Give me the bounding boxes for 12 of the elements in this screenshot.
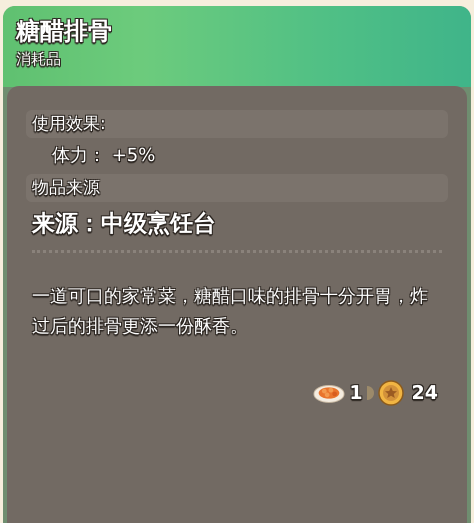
item-category: 消耗品 [16, 50, 62, 69]
dish-icon [313, 382, 346, 404]
coin-amount: 24 [412, 382, 438, 404]
item-title: 糖醋排骨 [16, 16, 113, 46]
section-heading: 使用效果: [26, 110, 448, 138]
coin-icon [378, 380, 404, 406]
separator-icon [366, 386, 374, 400]
source-text: 来源：中级烹饪台 [30, 210, 217, 239]
quantity-text: 1 [349, 382, 363, 404]
stat-text: 体力： +5% [51, 144, 156, 168]
section-heading: 物品来源 [26, 174, 448, 202]
description-text: 一道可口的家常菜，糖醋口味的排骨十分开胃，炸过后的排骨更添一份酥香。 [31, 285, 429, 339]
